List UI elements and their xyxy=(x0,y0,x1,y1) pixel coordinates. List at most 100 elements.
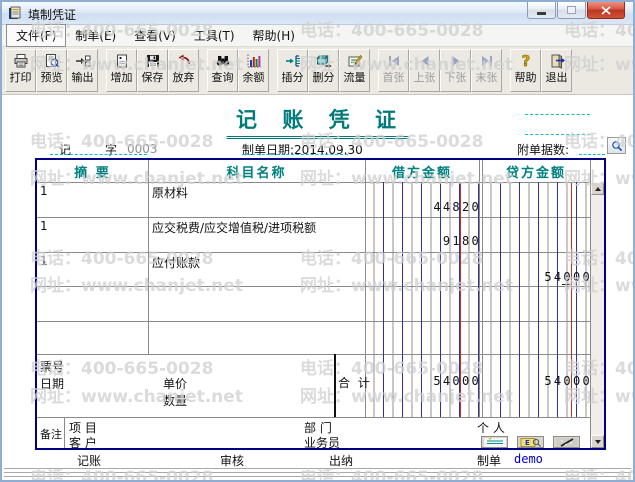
summary-cell[interactable]: 1 xyxy=(40,184,48,198)
header-debit: 借方金额 xyxy=(365,163,479,180)
prev-voucher-button[interactable]: 上张 xyxy=(409,49,440,92)
menu-view[interactable]: 查看(V) xyxy=(125,25,185,46)
toolbar: 打印 预览 输出 增加 xyxy=(2,47,633,95)
flag-lines-icon xyxy=(484,438,506,447)
column-divider xyxy=(148,160,149,354)
voucher-date[interactable]: 制单日期:2014.09.30 xyxy=(242,141,363,158)
close-icon xyxy=(601,6,611,15)
wand-tool-button[interactable] xyxy=(553,436,580,448)
nav-last-icon xyxy=(479,53,495,69)
nav-first-icon xyxy=(386,53,402,69)
account-cell[interactable]: 原材料 xyxy=(152,184,188,201)
window-title: 填制凭证 xyxy=(28,6,76,23)
cashier-label: 出纳 xyxy=(329,452,353,469)
preview-button[interactable]: 预览 xyxy=(36,49,67,92)
preparer-value: demo xyxy=(514,452,543,466)
voucher-table: 摘 要 科目名称 借方金额 贷方金额 1 原材料 44820 1 应交税费/应交… xyxy=(35,158,606,450)
dashed-line xyxy=(525,114,590,115)
abandon-button[interactable]: 放弃 xyxy=(168,49,199,92)
bookkeeping-label: 记账 xyxy=(77,452,101,469)
balance-chart-icon xyxy=(246,53,262,69)
vertical-scrollbar[interactable] xyxy=(590,182,604,448)
account-cell[interactable]: 应交税费/应交增值税/进项税额 xyxy=(152,219,316,236)
debit-amount[interactable]: 9180 xyxy=(443,234,481,248)
magnifier-icon xyxy=(611,140,623,152)
card-magnifier-icon: E xyxy=(520,438,542,447)
print-button[interactable]: 打印 xyxy=(5,49,36,92)
add-button[interactable]: 增加 xyxy=(106,49,137,92)
header-summary: 摘 要 xyxy=(37,163,148,180)
attachments-input-line[interactable] xyxy=(579,154,605,155)
section-divider xyxy=(37,417,590,418)
minimize-button[interactable] xyxy=(527,2,556,19)
menu-voucher[interactable]: 制单(E) xyxy=(66,25,125,46)
insert-split-button[interactable]: 插分 xyxy=(277,49,308,92)
minimize-icon xyxy=(537,12,546,15)
next-voucher-button[interactable]: 下张 xyxy=(440,49,471,92)
maximize-button[interactable] xyxy=(557,2,586,19)
total-credit-amount: 54000 xyxy=(544,374,592,388)
add-icon xyxy=(114,53,130,69)
edit-caret xyxy=(562,284,570,285)
flow-icon xyxy=(347,53,363,69)
customer-label[interactable]: 客 户 xyxy=(69,434,97,451)
preparer-label: 制单 xyxy=(477,452,501,469)
query-button[interactable]: 查询 xyxy=(207,49,238,92)
note-label: 备注 xyxy=(40,426,62,442)
voucher-word-prefix: 记 xyxy=(59,141,71,158)
export-button[interactable]: 输出 xyxy=(67,49,98,92)
exit-button[interactable]: 退出 xyxy=(541,49,572,92)
menu-help[interactable]: 帮助(H) xyxy=(244,25,304,46)
debit-amount[interactable]: 44820 xyxy=(433,200,481,214)
scroll-up-button[interactable] xyxy=(591,182,604,195)
person-label[interactable]: 个 人 xyxy=(477,419,505,436)
flow-button[interactable]: 流量 xyxy=(339,49,370,92)
exit-icon xyxy=(549,53,565,69)
menu-tools[interactable]: 工具(T) xyxy=(185,25,244,46)
summary-cell[interactable]: 1 xyxy=(40,219,48,233)
app-window: 填制凭证 文件(F) 制单(E) 查看(V) 工具(T) 帮助(H) xyxy=(0,0,635,482)
menu-file[interactable]: 文件(F) xyxy=(6,24,66,47)
arrow-up-icon xyxy=(595,187,601,191)
close-button[interactable] xyxy=(587,2,625,19)
delete-row-icon xyxy=(316,53,332,69)
dashed-line xyxy=(50,154,147,155)
status-groove xyxy=(4,468,631,471)
attachment-search-button[interactable] xyxy=(607,137,626,154)
header-account: 科目名称 xyxy=(148,163,365,180)
export-icon xyxy=(75,53,91,69)
summary-cell[interactable]: 1 xyxy=(40,254,48,268)
review-label: 审核 xyxy=(220,452,244,469)
first-voucher-button[interactable]: 首张 xyxy=(378,49,409,92)
delete-split-button[interactable]: 删分 xyxy=(308,49,339,92)
status-groove xyxy=(4,472,631,475)
note-tool-button[interactable] xyxy=(481,436,508,448)
ticket-label: 票号 xyxy=(40,358,64,375)
help-icon: ? xyxy=(518,53,534,69)
dashed-line xyxy=(525,134,590,135)
wand-icon xyxy=(556,438,578,447)
last-voucher-button[interactable]: 末张 xyxy=(471,49,502,92)
svg-text:?: ? xyxy=(521,53,530,69)
insert-row-icon xyxy=(285,53,301,69)
save-button[interactable]: 保存 xyxy=(137,49,168,92)
voucher-word-suffix: 字 xyxy=(105,141,117,158)
balance-button[interactable]: 余额 xyxy=(238,49,269,92)
svg-text:E: E xyxy=(525,439,530,447)
scroll-down-button[interactable] xyxy=(591,435,604,448)
printer-icon xyxy=(13,53,29,69)
unit-price-label: 单价 xyxy=(163,375,187,392)
currency-tool-button[interactable]: E xyxy=(517,436,544,448)
quantity-label: 数量 xyxy=(163,392,187,409)
account-cell[interactable]: 应付账款 xyxy=(152,254,200,271)
title-bar[interactable]: 填制凭证 xyxy=(2,2,633,25)
credit-amount[interactable]: 54000 xyxy=(544,270,592,284)
voucher-title: 记 账 凭 证 xyxy=(226,104,409,139)
dashed-line xyxy=(242,154,348,155)
arrow-down-icon xyxy=(595,440,601,444)
attachments-label: 附单据数: xyxy=(517,141,569,158)
total-label: 合 计 xyxy=(338,374,372,391)
salesman-label[interactable]: 业务员 xyxy=(304,434,340,451)
total-divider xyxy=(334,354,336,417)
help-button[interactable]: ? 帮助 xyxy=(510,49,541,92)
